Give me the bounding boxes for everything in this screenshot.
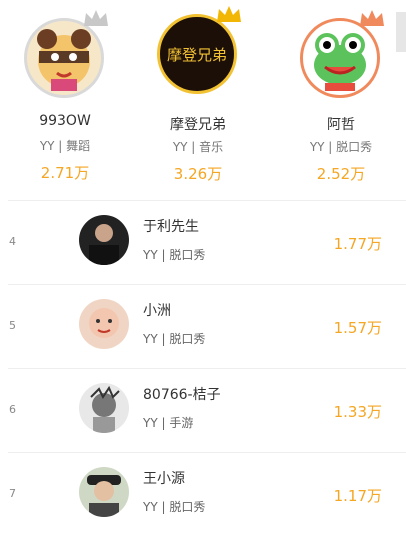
list-item-category: YY | 手游 — [143, 416, 194, 430]
list-item[interactable]: 5 小洲 YY | 脱口秀 1.57万 — [0, 284, 406, 366]
list-item-score: 1.57万 — [333, 319, 382, 337]
podium-score: 2.71万 — [40, 164, 90, 182]
list-item-name: 80766-桔子 — [143, 387, 221, 403]
rank-number: 4 — [9, 235, 16, 248]
bronze-crown-icon — [360, 10, 384, 26]
avatar-logo-text: 摩登兄弟 — [166, 45, 227, 64]
person-avatar-icon — [89, 308, 119, 338]
list-item[interactable]: 7 王小源 YY | 脱口秀 1.17万 — [0, 452, 406, 534]
list-item-category: YY | 脱口秀 — [143, 500, 206, 514]
rank-number: 6 — [9, 403, 16, 416]
avatar[interactable] — [79, 467, 129, 517]
avatar-wrap: 摩登兄弟 — [157, 6, 241, 94]
list-item-category: YY | 脱口秀 — [143, 248, 206, 262]
avatar[interactable] — [79, 215, 129, 265]
list-item-category: YY | 脱口秀 — [143, 332, 206, 346]
person-avatar-icon — [89, 224, 119, 265]
list-item-score: 1.17万 — [333, 487, 382, 505]
podium-score: 3.26万 — [173, 165, 223, 183]
avatar-wrap — [24, 10, 108, 98]
list-item-score: 1.77万 — [333, 235, 382, 253]
podium-name: 摩登兄弟 — [170, 117, 226, 133]
list-item-name: 王小源 — [143, 471, 185, 487]
list-item-score: 1.33万 — [333, 403, 382, 421]
list-item-name: 小洲 — [143, 303, 171, 319]
top-three-podium: 993OW YY | 舞蹈 2.71万 摩登兄弟 摩登兄弟 YY | 音乐 3.… — [0, 0, 406, 200]
podium-category: YY | 音乐 — [172, 140, 224, 154]
person-avatar-icon — [87, 475, 121, 517]
cartoon-avatar-icon — [37, 29, 91, 91]
person-avatar-icon — [90, 385, 120, 433]
podium-category: YY | 脱口秀 — [309, 140, 373, 154]
list-item[interactable]: 4 于利先生 YY | 脱口秀 1.77万 — [0, 200, 406, 282]
avatar[interactable] — [24, 18, 104, 98]
silver-crown-icon — [84, 10, 108, 26]
rank-number: 5 — [9, 319, 16, 332]
avatar[interactable] — [79, 299, 129, 349]
podium-name: 阿哲 — [327, 117, 355, 133]
list-item[interactable]: 6 80766-桔子 YY | 手游 1.33万 — [0, 368, 406, 450]
avatar[interactable] — [79, 383, 129, 433]
avatar[interactable] — [300, 18, 380, 98]
frog-avatar-icon — [314, 33, 366, 91]
list-item-name: 于利先生 — [143, 219, 199, 235]
avatar[interactable]: 摩登兄弟 — [157, 14, 237, 94]
podium-category: YY | 舞蹈 — [39, 139, 91, 153]
podium-score: 2.52万 — [316, 165, 366, 183]
avatar-wrap — [300, 10, 384, 98]
rank-number: 7 — [9, 487, 16, 500]
gold-crown-icon — [217, 6, 241, 22]
podium-name: 993OW — [39, 113, 91, 129]
